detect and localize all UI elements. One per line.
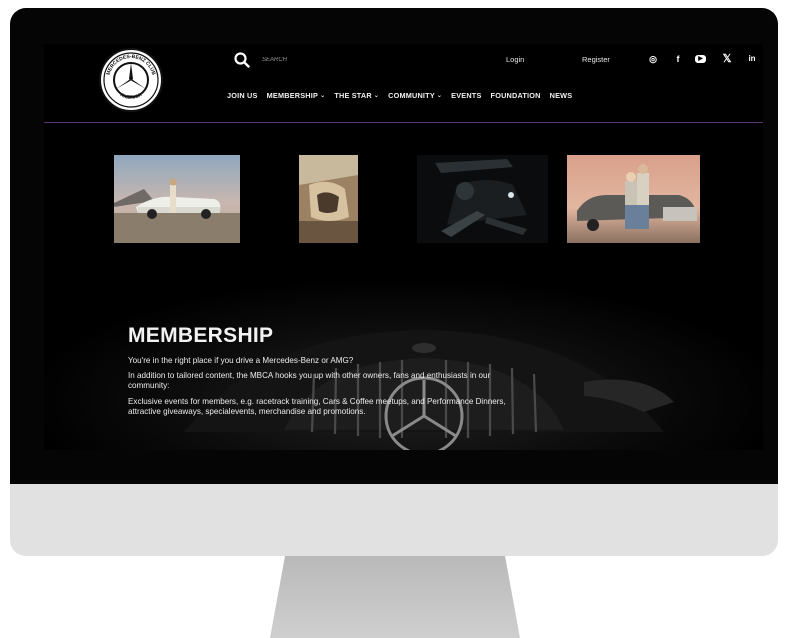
chevron-down-icon: ⌄: [373, 93, 380, 99]
nav-membership[interactable]: MEMBERSHIP ⌄: [267, 91, 326, 100]
membership-title: MEMBERSHIP: [128, 324, 274, 347]
search-input[interactable]: [262, 53, 382, 67]
membership-hero: [44, 284, 763, 450]
nav-label: JOIN US: [227, 91, 258, 100]
membership-intro-line: You're in the right place if you drive a…: [128, 356, 354, 365]
website-screen: MERCEDES-BENZ CLUB AMERICA Login Registe…: [44, 44, 763, 450]
nav-the-star[interactable]: THE STAR ⌄: [334, 91, 379, 100]
instagram-icon[interactable]: ◎: [646, 52, 660, 66]
nav-label: FOUNDATION: [490, 91, 541, 100]
nav-label: NEWS: [549, 91, 573, 100]
main-nav: JOIN US MEMBERSHIP ⌄ THE STAR ⌄ COMMUNITY ⌄…: [227, 91, 572, 100]
photo-dark-engine-bay[interactable]: [417, 155, 548, 243]
photo-car-interior-seat[interactable]: [299, 155, 358, 243]
nav-label: THE STAR: [334, 91, 372, 100]
nav-community[interactable]: COMMUNITY ⌄: [388, 91, 442, 100]
photo-couple-with-car[interactable]: [567, 155, 700, 243]
chevron-down-icon: ⌄: [436, 93, 443, 99]
nav-label: COMMUNITY: [388, 91, 435, 100]
nav-events[interactable]: EVENTS: [451, 91, 481, 100]
membership-events-line-end: attractive giveaways, specialevents, mer…: [128, 407, 366, 416]
nav-foundation[interactable]: FOUNDATION: [491, 91, 541, 100]
search-icon[interactable]: [234, 52, 250, 68]
photo-woman-with-white-car[interactable]: [114, 155, 240, 243]
x-icon[interactable]: 𝕏: [720, 52, 734, 66]
monitor-stand: [270, 556, 520, 638]
nav-news[interactable]: NEWS: [550, 91, 573, 100]
youtube-icon[interactable]: ▶: [695, 55, 706, 63]
nav-label: EVENTS: [451, 91, 482, 100]
membership-community-line: In addition to tailored content, the MBC…: [128, 371, 491, 380]
membership-community-line-end: community:: [128, 381, 170, 390]
membership-events-line: Exclusive events for members, e.g. racet…: [128, 397, 506, 406]
login-link[interactable]: Login: [506, 55, 524, 64]
linkedin-icon[interactable]: in: [745, 52, 759, 66]
nav-join-us[interactable]: JOIN US: [227, 91, 258, 100]
chevron-down-icon: ⌄: [320, 93, 326, 99]
site-header: MERCEDES-BENZ CLUB AMERICA Login Registe…: [44, 44, 763, 123]
facebook-icon[interactable]: f: [671, 52, 685, 66]
register-link[interactable]: Register: [582, 55, 610, 64]
monitor-chin: [10, 484, 778, 556]
mbca-logo[interactable]: MERCEDES-BENZ CLUB AMERICA: [99, 48, 163, 112]
mercedes-star-icon: MERCEDES-BENZ CLUB AMERICA: [103, 52, 159, 108]
nav-label: MEMBERSHIP: [266, 91, 319, 100]
